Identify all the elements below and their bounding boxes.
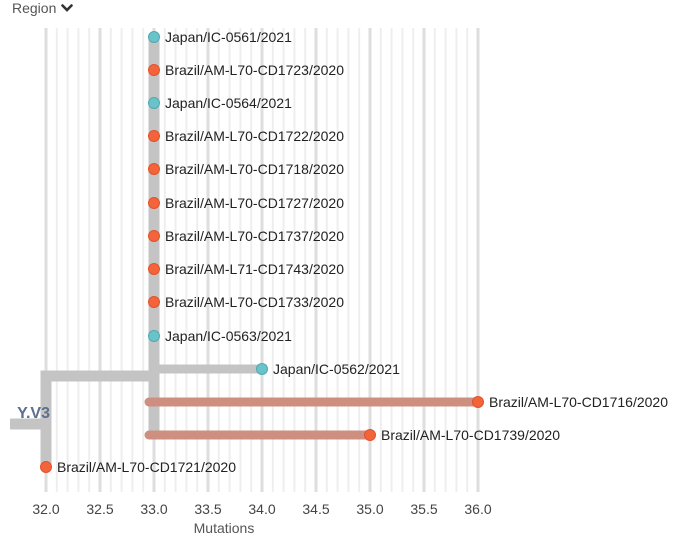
tips: Japan/IC-0561/2021 Brazil/AM-L70-CD1723/2… (40, 29, 669, 475)
tip-node[interactable] (148, 263, 160, 275)
tip-label[interactable]: Brazil/AM-L70-CD1723/2020 (165, 62, 344, 78)
clade-label: Y.V3 (17, 405, 50, 422)
x-tick-label: 34.0 (248, 501, 275, 517)
tip-label[interactable]: Brazil/AM-L70-CD1718/2020 (165, 161, 344, 177)
tip-label[interactable]: Brazil/AM-L70-CD1733/2020 (165, 294, 344, 310)
tip-node[interactable] (148, 31, 160, 43)
tip-label[interactable]: Brazil/AM-L70-CD1722/2020 (165, 128, 344, 144)
tip[interactable]: Brazil/AM-L70-CD1718/2020 (148, 161, 345, 177)
tip[interactable]: Brazil/AM-L70-CD1722/2020 (148, 128, 345, 144)
x-tick-label: 33.0 (140, 501, 167, 517)
tip-node[interactable] (148, 64, 160, 76)
tip[interactable]: Brazil/AM-L70-CD1723/2020 (148, 62, 345, 78)
tip-node[interactable] (148, 330, 160, 342)
tip[interactable]: Japan/IC-0562/2021 (256, 361, 401, 377)
tip-node[interactable] (148, 163, 160, 175)
clade-label-group: Y.V3 (17, 405, 50, 422)
tip-label[interactable]: Brazil/AM-L70-CD1739/2020 (381, 427, 560, 443)
tip-label[interactable]: Japan/IC-0564/2021 (165, 95, 292, 111)
tip-node[interactable] (148, 97, 160, 109)
tip-label[interactable]: Brazil/AM-L70-CD1737/2020 (165, 228, 344, 244)
tip[interactable]: Brazil/AM-L70-CD1721/2020 (40, 459, 237, 475)
x-axis-title: Mutations (194, 520, 255, 536)
tip-node[interactable] (364, 429, 376, 441)
tip-label[interactable]: Brazil/AM-L70-CD1721/2020 (57, 459, 236, 475)
tip-node[interactable] (472, 396, 484, 408)
tip-node[interactable] (148, 130, 160, 142)
x-tick-label: 32.0 (32, 501, 59, 517)
tip[interactable]: Brazil/AM-L70-CD1727/2020 (148, 195, 345, 211)
tip-label[interactable]: Brazil/AM-L70-CD1727/2020 (165, 195, 344, 211)
tip[interactable]: Brazil/AM-L70-CD1739/2020 (364, 427, 561, 443)
x-tick-label: 33.5 (194, 501, 221, 517)
tip-node[interactable] (148, 230, 160, 242)
tip-node[interactable] (40, 461, 52, 473)
tip-node[interactable] (148, 296, 160, 308)
tip-label[interactable]: Japan/IC-0561/2021 (165, 29, 292, 45)
tip[interactable]: Japan/IC-0561/2021 (148, 29, 293, 45)
tip[interactable]: Brazil/AM-L70-CD1733/2020 (148, 294, 345, 310)
tip-label[interactable]: Japan/IC-0562/2021 (273, 361, 400, 377)
x-tick-label: 35.0 (356, 501, 383, 517)
tip-label[interactable]: Brazil/AM-L70-CD1716/2020 (489, 394, 668, 410)
tip-label[interactable]: Brazil/AM-L71-CD1743/2020 (165, 261, 344, 277)
tip[interactable]: Brazil/AM-L70-CD1716/2020 (472, 394, 669, 410)
tip[interactable]: Japan/IC-0564/2021 (148, 95, 293, 111)
x-tick-label: 35.5 (410, 501, 437, 517)
tip-node[interactable] (148, 197, 160, 209)
tip[interactable]: Brazil/AM-L71-CD1743/2020 (148, 261, 345, 277)
x-tick-label: 36.0 (464, 501, 491, 517)
tip[interactable]: Japan/IC-0563/2021 (148, 328, 293, 344)
tip[interactable]: Brazil/AM-L70-CD1737/2020 (148, 228, 345, 244)
x-tick-label: 32.5 (86, 501, 113, 517)
tip-label[interactable]: Japan/IC-0563/2021 (165, 328, 292, 344)
x-tick-label: 34.5 (302, 501, 329, 517)
x-axis: Mutations 32.0 32.5 33.0 33.5 34.0 34.5 35.0 35… (32, 501, 491, 536)
tip-node[interactable] (256, 363, 268, 375)
phylogenetic-tree: Y.V3 Japan/IC-0561/2021 Brazil/AM-L70-CD1… (10, 28, 669, 536)
